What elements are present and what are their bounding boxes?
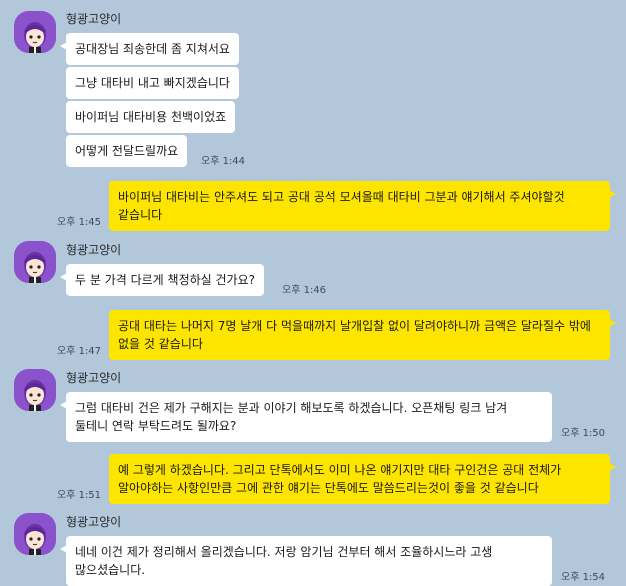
message-bubble[interactable]: 네네 이건 제가 정리해서 올리겠습니다. 저랑 암기님 건부터 해서 조율하시… [60, 536, 552, 586]
profile-avatar[interactable] [14, 513, 56, 555]
cat-girl-icon [14, 369, 56, 411]
sender-name: 형광고양이 [66, 371, 122, 385]
message-time: 오후 1:45 [57, 217, 102, 228]
sender-name: 형광고양이 [66, 243, 122, 257]
message-time: 오후 1:44 [201, 156, 246, 167]
message-time: 오후 1:50 [561, 428, 606, 439]
sender-name: 형광고양이 [66, 12, 122, 26]
message-time: 오후 1:47 [57, 346, 102, 357]
cat-girl-icon [14, 11, 56, 53]
message-bubble[interactable]: 어떻게 전달드릴까요 [66, 135, 188, 167]
my-message-bubble[interactable]: 바이퍼님 대타비는 안주셔도 되고 공대 공석 모셔올때 대타비 그분과 얘기해… [109, 181, 616, 231]
chat-room[interactable]: 형광고양이 공대장님 죄송한데 좀 지쳐서요 그냥 대타비 내고 빠지겠습니다 … [0, 0, 626, 586]
message-time: 오후 1:46 [282, 285, 327, 296]
sender-name: 형광고양이 [66, 515, 122, 529]
cat-girl-icon [14, 513, 56, 555]
profile-avatar[interactable] [14, 241, 56, 283]
my-message-bubble[interactable]: 공대 대타는 나머지 7명 날개 다 먹을때까지 날개입찰 없이 달려야하니까 … [109, 310, 616, 360]
message-bubble[interactable]: 공대장님 죄송한데 좀 지쳐서요 [60, 33, 239, 65]
message-bubble[interactable]: 그럼 대타비 건은 제가 구해지는 분과 이야기 해보도록 하겠습니다. 오픈채… [60, 392, 552, 442]
profile-avatar[interactable] [14, 11, 56, 53]
message-time: 오후 1:54 [561, 572, 606, 583]
my-message-bubble[interactable]: 예 그렇게 하겠습니다. 그리고 단톡에서도 이미 나온 얘기지만 대타 구인건… [109, 454, 616, 504]
message-time: 오후 1:51 [57, 490, 102, 501]
cat-girl-icon [14, 241, 56, 283]
message-bubble[interactable]: 바이퍼님 대타비용 천백이었죠 [66, 101, 236, 133]
profile-avatar[interactable] [14, 369, 56, 411]
message-bubble[interactable]: 그냥 대타비 내고 빠지겠습니다 [66, 67, 239, 99]
message-bubble[interactable]: 두 분 가격 다르게 책정하실 건가요? [59, 264, 265, 296]
